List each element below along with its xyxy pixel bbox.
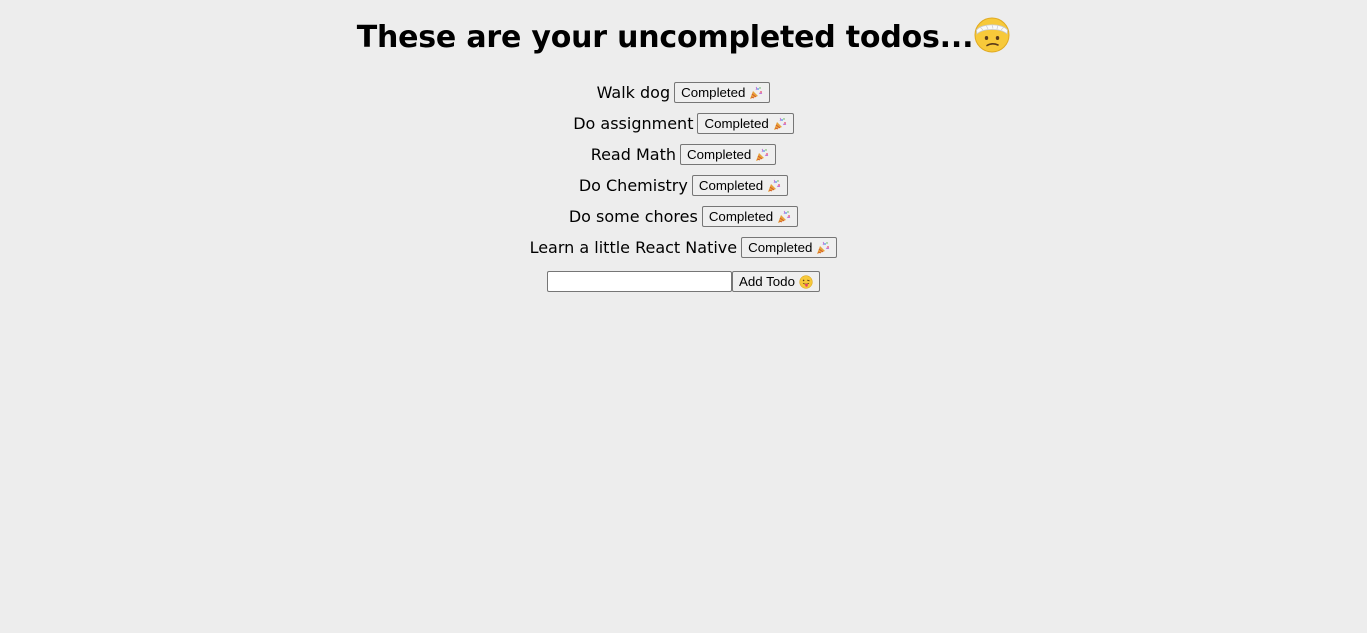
party-popper-icon [773, 117, 787, 130]
todo-text: Learn a little React Native [529, 237, 738, 257]
todo-input[interactable] [547, 271, 733, 292]
completed-button[interactable]: Completed [674, 82, 771, 103]
page-title-text: These are your uncompleted todos... [356, 20, 974, 55]
party-popper-icon [750, 86, 763, 99]
todo-text: Read Math [590, 144, 676, 164]
add-todo-button[interactable]: Add Todo [732, 271, 820, 292]
tongue-face-icon [799, 274, 813, 289]
completed-button[interactable]: Completed [691, 175, 789, 196]
completed-button-label: Completed [708, 209, 774, 224]
completed-button[interactable]: Completed [697, 113, 794, 134]
add-todo-form: Add Todo [0, 271, 1367, 292]
page-title: These are your uncompleted todos... [0, 17, 1367, 58]
party-popper-icon [768, 179, 781, 192]
todo-text: Do Chemistry [578, 175, 688, 195]
todo-item: Read Math Completed [0, 139, 1367, 170]
add-todo-button-label: Add Todo [739, 274, 795, 289]
completed-button-label: Completed [687, 147, 752, 162]
todo-text: Do assignment [573, 113, 694, 133]
completed-button-label: Completed [748, 240, 813, 255]
party-popper-icon [817, 241, 830, 254]
completed-button[interactable]: Completed [741, 237, 838, 258]
completed-button[interactable]: Completed [701, 206, 799, 227]
completed-button-label: Completed [681, 85, 746, 100]
todo-item: Walk dog Completed [0, 77, 1367, 108]
todo-text: Walk dog [596, 82, 671, 102]
todo-item: Do some chores Completed [0, 201, 1367, 232]
todo-list: Walk dog Completed Do assignment Complet… [0, 77, 1367, 263]
todo-item: Learn a little React Native Completed [0, 232, 1367, 263]
todo-item: Do assignment Completed [0, 108, 1367, 139]
todo-text: Do some chores [568, 206, 698, 226]
todo-item: Do Chemistry Completed [0, 170, 1367, 201]
completed-button[interactable]: Completed [680, 144, 777, 165]
party-popper-icon [756, 148, 769, 161]
head-bandage-face-icon [974, 17, 1010, 53]
party-popper-icon [778, 210, 791, 223]
completed-button-label: Completed [698, 178, 764, 193]
completed-button-label: Completed [704, 116, 769, 131]
